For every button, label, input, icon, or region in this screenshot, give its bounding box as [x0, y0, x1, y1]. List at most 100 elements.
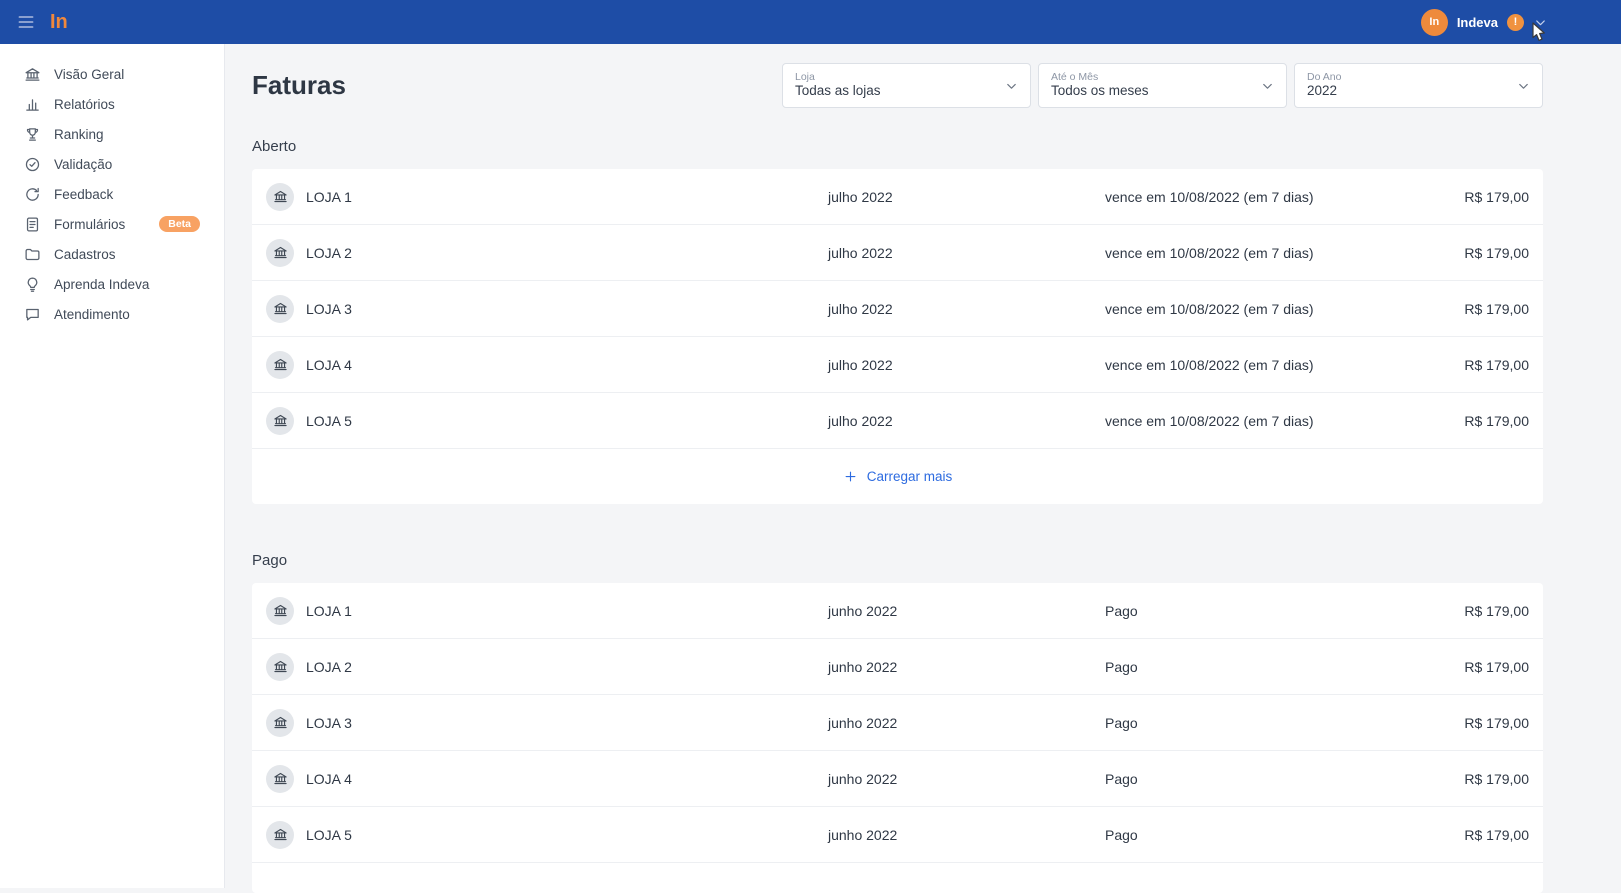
table-row[interactable]: LOJA 5 junho 2022 Pago R$ 179,00 [252, 807, 1543, 863]
store-avatar [266, 407, 294, 435]
table-row[interactable]: LOJA 2 junho 2022 Pago R$ 179,00 [252, 639, 1543, 695]
menu-icon[interactable] [16, 12, 36, 32]
store-name: LOJA 4 [306, 771, 828, 787]
page-title: Faturas [252, 70, 346, 101]
store-avatar [266, 351, 294, 379]
filters: Loja Todas as lojas Até o Mês Todos os m… [782, 63, 1543, 108]
main-content: Faturas Loja Todas as lojas Até o Mês To… [225, 44, 1621, 888]
invoice-amount: R$ 179,00 [1464, 189, 1529, 205]
invoice-amount: R$ 179,00 [1464, 659, 1529, 675]
store-name: LOJA 2 [306, 659, 828, 675]
invoice-amount: R$ 179,00 [1464, 357, 1529, 373]
beta-badge: Beta [159, 216, 200, 233]
store-name: LOJA 5 [306, 827, 828, 843]
invoice-status: vence em 10/08/2022 (em 7 dias) [1105, 357, 1464, 373]
load-more-button[interactable]: Carregar mais [252, 449, 1543, 504]
trophy-icon [24, 126, 41, 143]
store-name: LOJA 3 [306, 715, 828, 731]
table-row[interactable]: LOJA 5 julho 2022 vence em 10/08/2022 (e… [252, 393, 1543, 449]
invoice-list-open: LOJA 1 julho 2022 vence em 10/08/2022 (e… [252, 169, 1543, 504]
store-avatar [266, 597, 294, 625]
sidebar-item-label: Aprenda Indeva [54, 277, 149, 292]
invoice-month: julho 2022 [828, 189, 1105, 205]
chevron-down-icon [1260, 78, 1275, 93]
sidebar-item-validacao[interactable]: Validação [0, 149, 224, 179]
bank-icon [273, 245, 288, 260]
sidebar-item-aprenda-indeva[interactable]: Aprenda Indeva [0, 269, 224, 299]
chat-icon [24, 306, 41, 323]
form-icon [24, 216, 41, 233]
store-name: LOJA 5 [306, 413, 828, 429]
sidebar-item-formularios[interactable]: Formulários Beta [0, 209, 224, 239]
bank-icon [273, 413, 288, 428]
invoice-amount: R$ 179,00 [1464, 715, 1529, 731]
invoice-status: Pago [1105, 715, 1464, 731]
bank-icon [273, 771, 288, 786]
invoice-status: vence em 10/08/2022 (em 7 dias) [1105, 189, 1464, 205]
store-avatar [266, 239, 294, 267]
invoice-month: julho 2022 [828, 357, 1105, 373]
sidebar-item-label: Cadastros [54, 247, 116, 262]
sidebar-item-feedback[interactable]: Feedback [0, 179, 224, 209]
store-avatar [266, 183, 294, 211]
invoice-month: julho 2022 [828, 245, 1105, 261]
table-row[interactable]: LOJA 3 junho 2022 Pago R$ 179,00 [252, 695, 1543, 751]
filter-label: Até o Mês [1051, 72, 1254, 83]
bank-icon [273, 189, 288, 204]
refresh-icon [24, 186, 41, 203]
sidebar-item-label: Feedback [54, 187, 113, 202]
store-filter[interactable]: Loja Todas as lojas [782, 63, 1031, 108]
topbar-left: In [16, 12, 68, 32]
logo[interactable]: In [50, 12, 68, 32]
month-filter[interactable]: Até o Mês Todos os meses [1038, 63, 1287, 108]
invoice-month: junho 2022 [828, 603, 1105, 619]
invoice-month: junho 2022 [828, 771, 1105, 787]
invoice-month: junho 2022 [828, 827, 1105, 843]
year-filter[interactable]: Do Ano 2022 [1294, 63, 1543, 108]
invoice-status: vence em 10/08/2022 (em 7 dias) [1105, 301, 1464, 317]
sidebar-item-visao-geral[interactable]: Visão Geral [0, 59, 224, 89]
chevron-down-icon [1533, 15, 1548, 30]
sidebar-item-cadastros[interactable]: Cadastros [0, 239, 224, 269]
bank-icon [273, 659, 288, 674]
table-row[interactable]: LOJA 4 julho 2022 vence em 10/08/2022 (e… [252, 337, 1543, 393]
bar-chart-icon [24, 96, 41, 113]
plus-icon [843, 469, 858, 484]
section-heading: Pago [252, 552, 1543, 569]
invoice-status: Pago [1105, 659, 1464, 675]
store-avatar [266, 653, 294, 681]
section-pago: Pago LOJA 1 junho 2022 Pago R$ 179,00 LO… [252, 552, 1543, 893]
invoice-amount: R$ 179,00 [1464, 771, 1529, 787]
invoice-month: julho 2022 [828, 301, 1105, 317]
topbar: In In Indeva ! [0, 0, 1621, 44]
invoice-month: julho 2022 [828, 413, 1105, 429]
table-row[interactable]: LOJA 1 julho 2022 vence em 10/08/2022 (e… [252, 169, 1543, 225]
filter-value: 2022 [1307, 84, 1510, 99]
filter-value: Todas as lojas [795, 84, 998, 99]
sidebar-item-relatorios[interactable]: Relatórios [0, 89, 224, 119]
notification-badge[interactable]: ! [1507, 14, 1524, 31]
invoice-month: junho 2022 [828, 659, 1105, 675]
store-name: LOJA 1 [306, 603, 828, 619]
bank-icon [273, 715, 288, 730]
table-row[interactable]: LOJA 1 junho 2022 Pago R$ 179,00 [252, 583, 1543, 639]
sidebar-item-label: Validação [54, 157, 112, 172]
sidebar-item-label: Ranking [54, 127, 104, 142]
sidebar-item-ranking[interactable]: Ranking [0, 119, 224, 149]
table-row[interactable]: LOJA 2 julho 2022 vence em 10/08/2022 (e… [252, 225, 1543, 281]
bank-icon [273, 301, 288, 316]
table-row[interactable]: LOJA 4 junho 2022 Pago R$ 179,00 [252, 751, 1543, 807]
invoice-amount: R$ 179,00 [1464, 603, 1529, 619]
sidebar-item-atendimento[interactable]: Atendimento [0, 299, 224, 329]
user-menu[interactable]: In Indeva ! [1421, 9, 1548, 36]
check-circle-icon [24, 156, 41, 173]
store-name: LOJA 1 [306, 189, 828, 205]
bank-icon [273, 357, 288, 372]
invoice-status: Pago [1105, 603, 1464, 619]
building-icon [24, 66, 41, 83]
lightbulb-icon [24, 276, 41, 293]
invoice-list-paid: LOJA 1 junho 2022 Pago R$ 179,00 LOJA 2 … [252, 583, 1543, 893]
section-heading: Aberto [252, 138, 1543, 155]
store-name: LOJA 2 [306, 245, 828, 261]
table-row[interactable]: LOJA 3 julho 2022 vence em 10/08/2022 (e… [252, 281, 1543, 337]
